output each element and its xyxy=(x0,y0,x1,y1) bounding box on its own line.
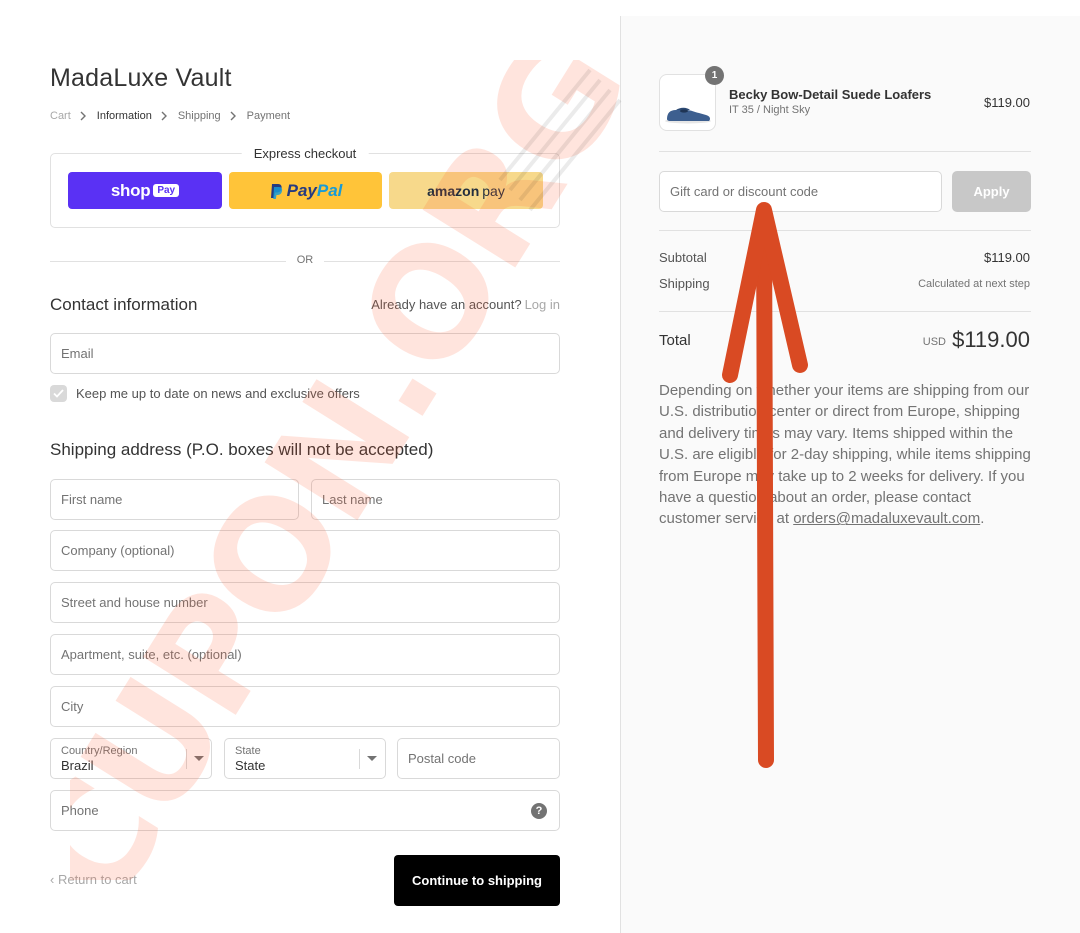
apartment-placeholder: Apartment, suite, etc. (optional) xyxy=(61,647,242,662)
company-field[interactable]: Company (optional) xyxy=(50,530,560,571)
apply-discount-button[interactable]: Apply xyxy=(952,171,1031,212)
shop-pay-logo: shop xyxy=(110,180,151,200)
loafer-image xyxy=(665,107,711,124)
breadcrumb-shipping: Shipping xyxy=(177,110,221,122)
first-name-field[interactable]: First name xyxy=(50,479,299,520)
shipping-address-title: Shipping address (P.O. boxes will not be… xyxy=(50,440,434,459)
postal-code-field[interactable]: Postal code xyxy=(397,738,560,779)
amazon-logo: amazon xyxy=(427,182,480,199)
amazon-pay-word: pay xyxy=(482,182,505,199)
breadcrumb-information: Information xyxy=(96,110,152,122)
chevron-down-icon xyxy=(194,756,204,761)
city-placeholder: City xyxy=(61,699,84,714)
subtotal-value: $119.00 xyxy=(983,250,1030,265)
street-field[interactable]: Street and house number xyxy=(50,582,560,623)
or-divider: OR xyxy=(50,254,560,268)
chevron-right-icon xyxy=(77,110,91,122)
discount-code-field[interactable]: Gift card or discount code xyxy=(659,171,942,212)
street-placeholder: Street and house number xyxy=(61,595,208,610)
product-name: Becky Bow-Detail Suede Loafers xyxy=(729,87,932,102)
divider-line xyxy=(659,151,1031,152)
phone-placeholder: Phone xyxy=(61,803,99,818)
chevron-right-icon xyxy=(227,110,241,122)
paypal-word-pal: Pal xyxy=(316,180,343,200)
account-prompt-text: Already have an account? xyxy=(371,297,522,312)
first-name-placeholder: First name xyxy=(61,492,123,507)
state-value: State xyxy=(235,757,266,773)
chevron-left-icon: ‹ xyxy=(50,872,58,887)
quantity-badge: 1 xyxy=(705,66,724,85)
country-label: Country/Region xyxy=(61,744,138,757)
return-to-cart-link[interactable]: ‹ Return to cart xyxy=(50,872,137,887)
shipping-label: Shipping xyxy=(659,276,710,291)
express-checkout: Express checkout shop Pay Pay Pal amazon … xyxy=(50,146,560,228)
postal-code-placeholder: Postal code xyxy=(408,751,476,766)
checkmark-icon xyxy=(53,389,64,398)
select-divider xyxy=(186,749,187,769)
shipping-note-end: . xyxy=(980,510,985,528)
contact-title: Contact information xyxy=(50,295,198,314)
account-prompt: Already have an account? Log in xyxy=(371,297,560,312)
paypal-icon xyxy=(270,183,282,199)
question-icon[interactable]: ? xyxy=(531,803,547,819)
product-price: $119.00 xyxy=(983,95,1030,110)
country-value: Brazil xyxy=(61,757,94,773)
paypal-word-pay: Pay xyxy=(286,180,317,200)
chevron-down-icon xyxy=(367,756,377,761)
divider-line xyxy=(659,311,1031,312)
subtotal-label: Subtotal xyxy=(659,250,707,265)
phone-field[interactable]: Phone ? xyxy=(50,790,560,831)
total-currency: USD xyxy=(922,336,946,348)
divider-line xyxy=(50,261,286,262)
divider-line xyxy=(659,230,1031,231)
login-link[interactable]: Log in xyxy=(525,297,560,312)
shipping-value: Calculated at next step xyxy=(918,278,1030,290)
paypal-button[interactable]: Pay Pal xyxy=(229,172,382,209)
return-to-cart-label: Return to cart xyxy=(57,872,137,887)
divider-line xyxy=(324,261,560,262)
city-field[interactable]: City xyxy=(50,686,560,727)
breadcrumb: Cart Information Shipping Payment xyxy=(50,110,290,122)
state-select[interactable]: State State xyxy=(224,738,386,779)
express-checkout-title: Express checkout xyxy=(241,146,369,161)
state-label: State xyxy=(235,744,261,757)
or-label: OR xyxy=(296,254,314,266)
orders-email-link[interactable]: orders@madaluxevault.com xyxy=(793,510,980,527)
shipping-note: Depending on whether your items are ship… xyxy=(659,380,1031,530)
country-select[interactable]: Country/Region Brazil xyxy=(50,738,212,779)
apartment-field[interactable]: Apartment, suite, etc. (optional) xyxy=(50,634,560,675)
breadcrumb-payment: Payment xyxy=(246,110,291,122)
continue-to-shipping-button[interactable]: Continue to shipping xyxy=(394,855,560,906)
breadcrumb-cart[interactable]: Cart xyxy=(50,110,71,122)
email-field[interactable]: Email xyxy=(50,333,560,374)
newsletter-checkbox-row[interactable]: Keep me up to date on news and exclusive… xyxy=(50,385,360,402)
shipping-note-text: Depending on whether your items are ship… xyxy=(659,382,1031,528)
total-amount: $119.00 xyxy=(952,327,1030,352)
discount-code-placeholder: Gift card or discount code xyxy=(670,184,819,199)
order-summary: 1 Becky Bow-Detail Suede Loafers IT 35 /… xyxy=(620,16,1080,933)
select-divider xyxy=(359,749,360,769)
total-label: Total xyxy=(659,332,691,349)
email-placeholder: Email xyxy=(61,346,94,361)
newsletter-label: Keep me up to date on news and exclusive… xyxy=(76,386,360,401)
amazon-pay-button[interactable]: amazon pay xyxy=(389,172,543,209)
last-name-placeholder: Last name xyxy=(322,492,383,507)
shop-pay-button[interactable]: shop Pay xyxy=(68,172,222,209)
checkout-main: MadaLuxe Vault Cart Information Shipping… xyxy=(0,0,620,933)
newsletter-checkbox[interactable] xyxy=(50,385,67,402)
shop-pay-badge: Pay xyxy=(153,184,180,197)
company-placeholder: Company (optional) xyxy=(61,543,175,558)
product-variant: IT 35 / Night Sky xyxy=(729,104,811,116)
last-name-field[interactable]: Last name xyxy=(311,479,560,520)
store-title[interactable]: MadaLuxe Vault xyxy=(50,64,232,93)
chevron-right-icon xyxy=(158,110,172,122)
